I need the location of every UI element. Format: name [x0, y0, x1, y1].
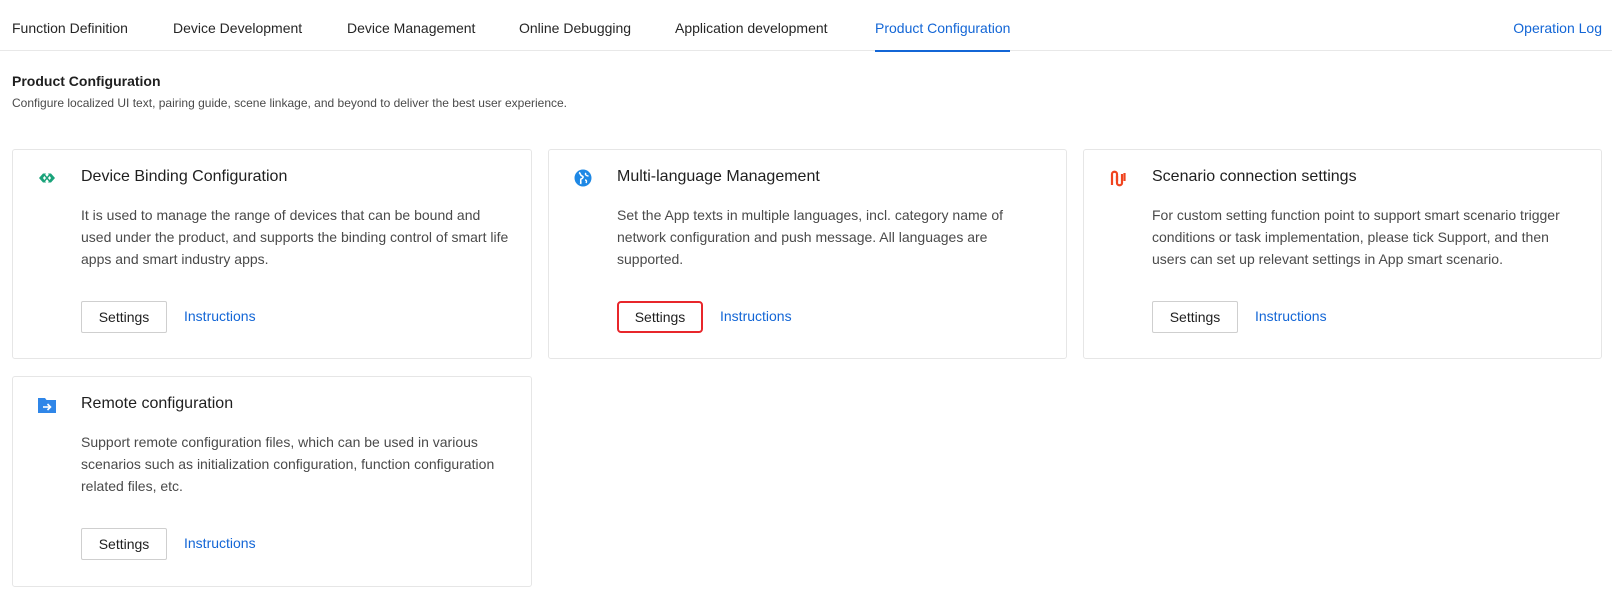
settings-button[interactable]: Settings: [81, 301, 167, 333]
card-description: For custom setting function point to sup…: [1152, 207, 1560, 267]
link-icon: [37, 168, 57, 188]
tab-device-management[interactable]: Device Management: [347, 20, 475, 51]
card-title: Device Binding Configuration: [81, 168, 288, 185]
settings-button[interactable]: Settings: [81, 528, 167, 560]
settings-button[interactable]: Settings: [1152, 301, 1238, 333]
instructions-link[interactable]: Instructions: [184, 308, 256, 324]
page-description: Configure localized UI text, pairing gui…: [12, 96, 568, 110]
globe-icon: [573, 168, 593, 188]
card-multi-language: Multi-language Management Set the App te…: [548, 149, 1067, 359]
folder-arrow-icon: [37, 395, 57, 415]
tab-device-development[interactable]: Device Development: [173, 20, 302, 51]
operation-log-link[interactable]: Operation Log: [1513, 20, 1602, 36]
instructions-link[interactable]: Instructions: [720, 308, 792, 324]
card-description: It is used to manage the range of device…: [81, 207, 509, 267]
tab-online-debugging[interactable]: Online Debugging: [519, 20, 631, 51]
card-description: Set the App texts in multiple languages,…: [617, 207, 1004, 267]
card-device-binding: Device Binding Configuration It is used …: [12, 149, 532, 359]
card-scenario-connection: Scenario connection settings For custom …: [1083, 149, 1602, 359]
scenario-link-icon: [1108, 168, 1128, 188]
tab-product-configuration[interactable]: Product Configuration: [875, 20, 1011, 52]
card-title: Scenario connection settings: [1152, 168, 1357, 185]
page-title: Product Configuration: [12, 73, 161, 89]
settings-button[interactable]: Settings: [617, 301, 703, 333]
tab-bar: Function Definition Device Development D…: [0, 0, 1612, 52]
card-remote-configuration: Remote configuration Support remote conf…: [12, 376, 532, 587]
card-description: Support remote configuration files, whic…: [81, 434, 495, 494]
card-title: Remote configuration: [81, 395, 234, 412]
instructions-link[interactable]: Instructions: [184, 535, 256, 551]
tab-application-development[interactable]: Application development: [675, 20, 828, 51]
card-title: Multi-language Management: [617, 168, 820, 185]
instructions-link[interactable]: Instructions: [1255, 308, 1327, 324]
tab-function-definition[interactable]: Function Definition: [12, 20, 128, 51]
